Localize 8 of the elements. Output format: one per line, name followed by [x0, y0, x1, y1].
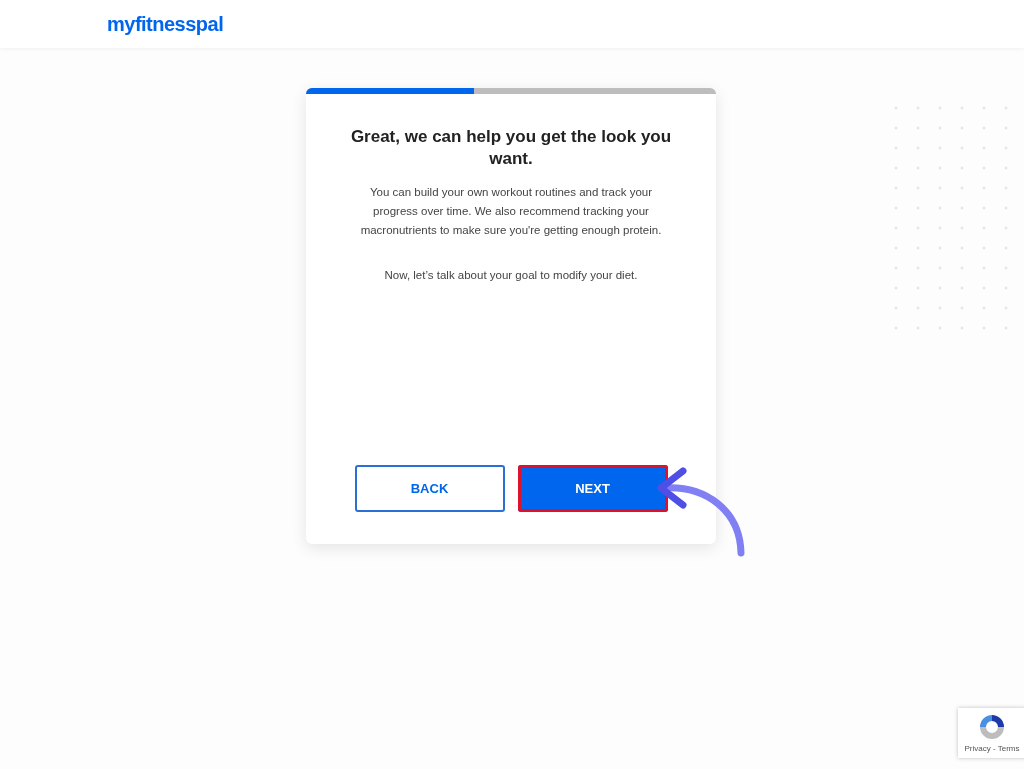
- recaptcha-icon: [977, 712, 1007, 742]
- card-title: Great, we can help you get the look you want.: [349, 126, 673, 170]
- body-text: Now, let’s talk about your goal to modify your diet.: [383, 268, 639, 283]
- privacy-terms-link[interactable]: Privacy - Terms: [964, 743, 1020, 755]
- body-text: You can build your own workout routines and track your progress over time. We also recommend tracking your macronutrients to make sure you're getting enough protein.: [359, 185, 663, 238]
- next-button[interactable]: NEXT: [517, 465, 668, 512]
- back-button[interactable]: BACK: [354, 465, 505, 512]
- logo[interactable]: myfitnesspal: [107, 9, 224, 39]
